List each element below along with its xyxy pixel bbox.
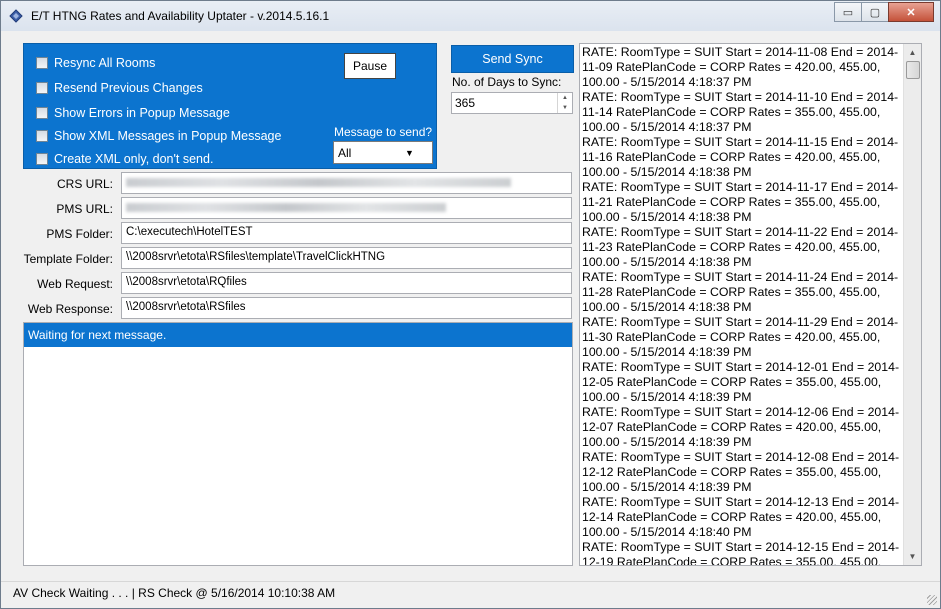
resend-previous-changes-checkbox[interactable]: Resend Previous Changes — [36, 81, 203, 95]
maximize-button[interactable]: ▢ — [861, 2, 889, 22]
checkbox-box[interactable] — [36, 153, 48, 165]
pms-folder-field[interactable]: C:\executech\HotelTEST — [121, 222, 572, 244]
stepper-up-icon[interactable]: ▲ — [558, 93, 572, 103]
message-to-send-label: Message to send? — [334, 125, 433, 139]
status-message-area: Waiting for next message. — [23, 322, 573, 566]
log-entry: RATE: RoomType = SUIT Start = 2014-11-24… — [582, 270, 899, 314]
send-sync-button[interactable]: Send Sync — [451, 45, 574, 73]
checkbox-box[interactable] — [36, 57, 48, 69]
log-entry: RATE: RoomType = SUIT Start = 2014-12-15… — [582, 540, 900, 566]
app-icon — [9, 9, 23, 23]
redacted-text — [126, 178, 511, 187]
scroll-thumb[interactable] — [906, 61, 920, 79]
pms-url-label: PMS URL: — [56, 202, 113, 216]
checkbox-label: Show XML Messages in Popup Message — [54, 129, 282, 143]
log-entry: RATE: RoomType = SUIT Start = 2014-12-08… — [582, 450, 900, 494]
days-to-sync-label: No. of Days to Sync: — [452, 75, 562, 89]
checkbox-label: Resync All Rooms — [54, 56, 156, 70]
status-bar-text: AV Check Waiting . . . | RS Check @ 5/16… — [13, 586, 336, 600]
web-response-field[interactable]: \\2008srvr\etota\RSfiles — [121, 297, 572, 319]
log-entry: RATE: RoomType = SUIT Start = 2014-11-17… — [582, 180, 899, 224]
pause-button[interactable]: Pause — [344, 53, 396, 79]
redacted-text — [126, 203, 446, 212]
chevron-down-icon[interactable]: ▼ — [383, 148, 432, 158]
days-to-sync-stepper[interactable]: 365 ▲ ▼ — [451, 92, 573, 114]
log-entry: RATE: RoomType = SUIT Start = 2014-12-13… — [582, 495, 900, 539]
options-panel: Resync All Rooms Resend Previous Changes… — [23, 43, 437, 169]
show-xml-popup-checkbox[interactable]: Show XML Messages in Popup Message — [36, 129, 281, 143]
title-bar: E/T HTNG Rates and Availability Uptater … — [1, 1, 940, 31]
log-entry: RATE: RoomType = SUIT Start = 2014-11-22… — [582, 225, 899, 269]
web-request-field[interactable]: \\2008srvr\etota\RQfiles — [121, 272, 572, 294]
log-entry: RATE: RoomType = SUIT Start = 2014-11-08… — [582, 45, 899, 89]
checkbox-label: Create XML only, don't send. — [54, 152, 214, 166]
pms-url-field[interactable] — [121, 197, 572, 219]
pms-folder-label: PMS Folder: — [46, 227, 113, 241]
status-message: Waiting for next message. — [24, 323, 572, 347]
resync-all-rooms-checkbox[interactable]: Resync All Rooms — [36, 56, 155, 70]
message-to-send-select[interactable]: All ▼ — [333, 141, 433, 164]
crs-url-label: CRS URL: — [56, 177, 113, 191]
log-scrollbar[interactable]: ▲ ▼ — [903, 44, 921, 565]
checkbox-box[interactable] — [36, 82, 48, 94]
stepper-down-icon[interactable]: ▼ — [558, 103, 572, 113]
web-response-label: Web Response: — [27, 302, 113, 316]
main-window: E/T HTNG Rates and Availability Uptater … — [0, 0, 941, 609]
crs-url-field[interactable] — [121, 172, 572, 194]
log-listbox[interactable]: RATE: RoomType = SUIT Start = 2014-11-08… — [579, 43, 922, 566]
checkbox-label: Show Errors in Popup Message — [54, 106, 230, 120]
web-request-label: Web Request: — [37, 277, 113, 291]
log-entry: RATE: RoomType = SUIT Start = 2014-11-15… — [582, 135, 899, 179]
status-bar: AV Check Waiting . . . | RS Check @ 5/16… — [1, 581, 940, 608]
checkbox-box[interactable] — [36, 107, 48, 119]
resize-grip-icon[interactable] — [927, 595, 937, 605]
create-xml-only-checkbox[interactable]: Create XML only, don't send. — [36, 152, 213, 166]
scroll-up-icon[interactable]: ▲ — [904, 44, 921, 61]
log-entry: RATE: RoomType = SUIT Start = 2014-11-10… — [582, 90, 899, 134]
template-folder-field[interactable]: \\2008srvr\etota\RSfiles\template\Travel… — [121, 247, 572, 269]
minimize-button[interactable]: ▭ — [834, 2, 862, 22]
select-value: All — [338, 145, 352, 160]
show-errors-popup-checkbox[interactable]: Show Errors in Popup Message — [36, 106, 230, 120]
log-entry: RATE: RoomType = SUIT Start = 2014-11-29… — [582, 315, 899, 359]
close-button[interactable]: ✕ — [888, 2, 934, 22]
checkbox-box[interactable] — [36, 130, 48, 142]
log-entry: RATE: RoomType = SUIT Start = 2014-12-06… — [582, 405, 900, 449]
window-title: E/T HTNG Rates and Availability Uptater … — [31, 9, 330, 23]
stepper-arrows[interactable]: ▲ ▼ — [557, 93, 572, 113]
log-entry: RATE: RoomType = SUIT Start = 2014-12-01… — [582, 360, 900, 404]
window-controls: ▭ ▢ ✕ — [834, 2, 934, 22]
scroll-down-icon[interactable]: ▼ — [904, 548, 921, 565]
checkbox-label: Resend Previous Changes — [54, 81, 203, 95]
days-to-sync-value[interactable]: 365 — [455, 96, 475, 110]
template-folder-label: Template Folder: — [23, 252, 113, 266]
log-text: RATE: RoomType = SUIT Start = 2014-11-08… — [582, 45, 902, 566]
